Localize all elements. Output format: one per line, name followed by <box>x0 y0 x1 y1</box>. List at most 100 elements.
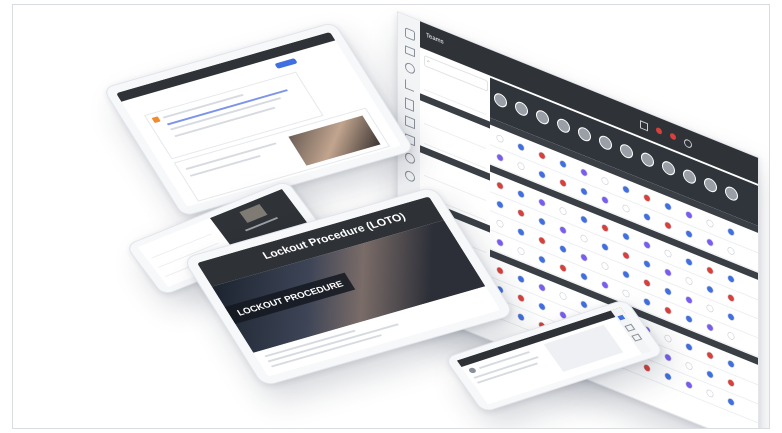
status-dot[interactable] <box>643 298 651 307</box>
status-dot[interactable] <box>580 234 588 243</box>
status-dot[interactable] <box>706 285 714 294</box>
status-dot[interactable] <box>517 313 525 322</box>
flag-icon[interactable] <box>640 120 648 132</box>
status-dot[interactable] <box>496 266 504 275</box>
status-dot[interactable] <box>706 304 714 313</box>
avatar[interactable] <box>641 150 654 169</box>
status-dot[interactable] <box>622 185 630 194</box>
home-icon[interactable] <box>617 314 626 321</box>
status-dot[interactable] <box>727 378 735 387</box>
status-dot[interactable] <box>727 246 735 255</box>
status-dot[interactable] <box>496 181 504 190</box>
status-dot[interactable] <box>559 292 567 301</box>
status-dot[interactable] <box>664 221 672 230</box>
status-dot[interactable] <box>538 255 546 264</box>
calendar-icon[interactable] <box>405 115 415 130</box>
status-dot[interactable] <box>580 168 588 177</box>
status-dot[interactable] <box>601 224 609 233</box>
status-dot[interactable] <box>559 207 567 216</box>
settings-icon[interactable] <box>405 169 415 184</box>
avatar[interactable] <box>704 176 717 195</box>
status-dot[interactable] <box>664 353 672 362</box>
status-dot[interactable] <box>538 151 546 160</box>
status-dot[interactable] <box>559 179 567 188</box>
alert-icon[interactable] <box>670 132 676 141</box>
status-dot[interactable] <box>580 253 588 262</box>
status-dot[interactable] <box>517 294 525 303</box>
status-dot[interactable] <box>685 314 693 323</box>
bell-icon[interactable] <box>631 333 643 342</box>
avatar[interactable] <box>620 142 633 161</box>
status-dot[interactable] <box>643 241 651 250</box>
status-dot[interactable] <box>496 134 504 143</box>
status-dot[interactable] <box>538 283 546 292</box>
status-dot[interactable] <box>601 281 609 290</box>
status-dot[interactable] <box>664 287 672 296</box>
bell-icon[interactable] <box>684 137 692 150</box>
status-dot[interactable] <box>643 260 651 269</box>
status-dot[interactable] <box>664 372 672 381</box>
avatar[interactable] <box>557 116 570 135</box>
status-dot[interactable] <box>622 270 630 279</box>
status-dot[interactable] <box>685 257 693 266</box>
status-dot[interactable] <box>601 196 609 205</box>
status-dot[interactable] <box>580 300 588 309</box>
status-dot[interactable] <box>517 228 525 237</box>
status-dot[interactable] <box>517 247 525 256</box>
status-dot[interactable] <box>706 219 714 228</box>
status-dot[interactable] <box>685 210 693 219</box>
status-dot[interactable] <box>580 272 588 281</box>
status-dot[interactable] <box>622 251 630 260</box>
status-dot[interactable] <box>685 276 693 285</box>
avatar[interactable] <box>599 133 612 152</box>
tablet-top-button[interactable] <box>274 58 298 69</box>
status-dot[interactable] <box>643 213 651 222</box>
avatar[interactable] <box>683 167 696 186</box>
home-icon[interactable] <box>405 27 415 42</box>
status-dot[interactable] <box>664 306 672 315</box>
status-dot[interactable] <box>538 236 546 245</box>
status-dot[interactable] <box>664 202 672 211</box>
badge-icon[interactable] <box>405 151 415 166</box>
status-dot[interactable] <box>538 198 546 207</box>
status-dot[interactable] <box>664 249 672 258</box>
status-dot[interactable] <box>685 361 693 370</box>
status-dot[interactable] <box>706 323 714 332</box>
status-dot[interactable] <box>664 334 672 343</box>
status-dot[interactable] <box>538 170 546 179</box>
status-dot[interactable] <box>643 194 651 203</box>
status-dot[interactable] <box>517 190 525 199</box>
avatar[interactable] <box>662 159 675 178</box>
status-dot[interactable] <box>727 293 735 302</box>
status-dot[interactable] <box>706 389 714 398</box>
status-dot[interactable] <box>727 227 735 236</box>
status-dot[interactable] <box>727 331 735 340</box>
status-dot[interactable] <box>517 209 525 218</box>
avatar[interactable] <box>515 99 528 118</box>
user-icon[interactable] <box>624 323 636 332</box>
status-dot[interactable] <box>685 295 693 304</box>
status-dot[interactable] <box>559 264 567 273</box>
status-dot[interactable] <box>580 187 588 196</box>
users-icon[interactable] <box>405 61 415 76</box>
avatar[interactable] <box>725 184 738 203</box>
status-dot[interactable] <box>643 279 651 288</box>
status-dot[interactable] <box>643 364 651 373</box>
status-dot[interactable] <box>517 162 525 171</box>
status-dot[interactable] <box>601 262 609 271</box>
status-dot[interactable] <box>496 200 504 209</box>
status-dot[interactable] <box>727 397 735 406</box>
status-dot[interactable] <box>559 226 567 235</box>
avatar[interactable] <box>578 125 591 144</box>
status-dot[interactable] <box>622 232 630 241</box>
status-dot[interactable] <box>685 342 693 351</box>
status-dot[interactable] <box>601 177 609 186</box>
status-dot[interactable] <box>706 351 714 360</box>
status-dot[interactable] <box>559 245 567 254</box>
status-dot[interactable] <box>517 275 525 284</box>
status-dot[interactable] <box>517 143 525 152</box>
status-dot[interactable] <box>727 359 735 368</box>
status-dot[interactable] <box>538 302 546 311</box>
status-dot[interactable] <box>706 238 714 247</box>
status-dot[interactable] <box>496 238 504 247</box>
